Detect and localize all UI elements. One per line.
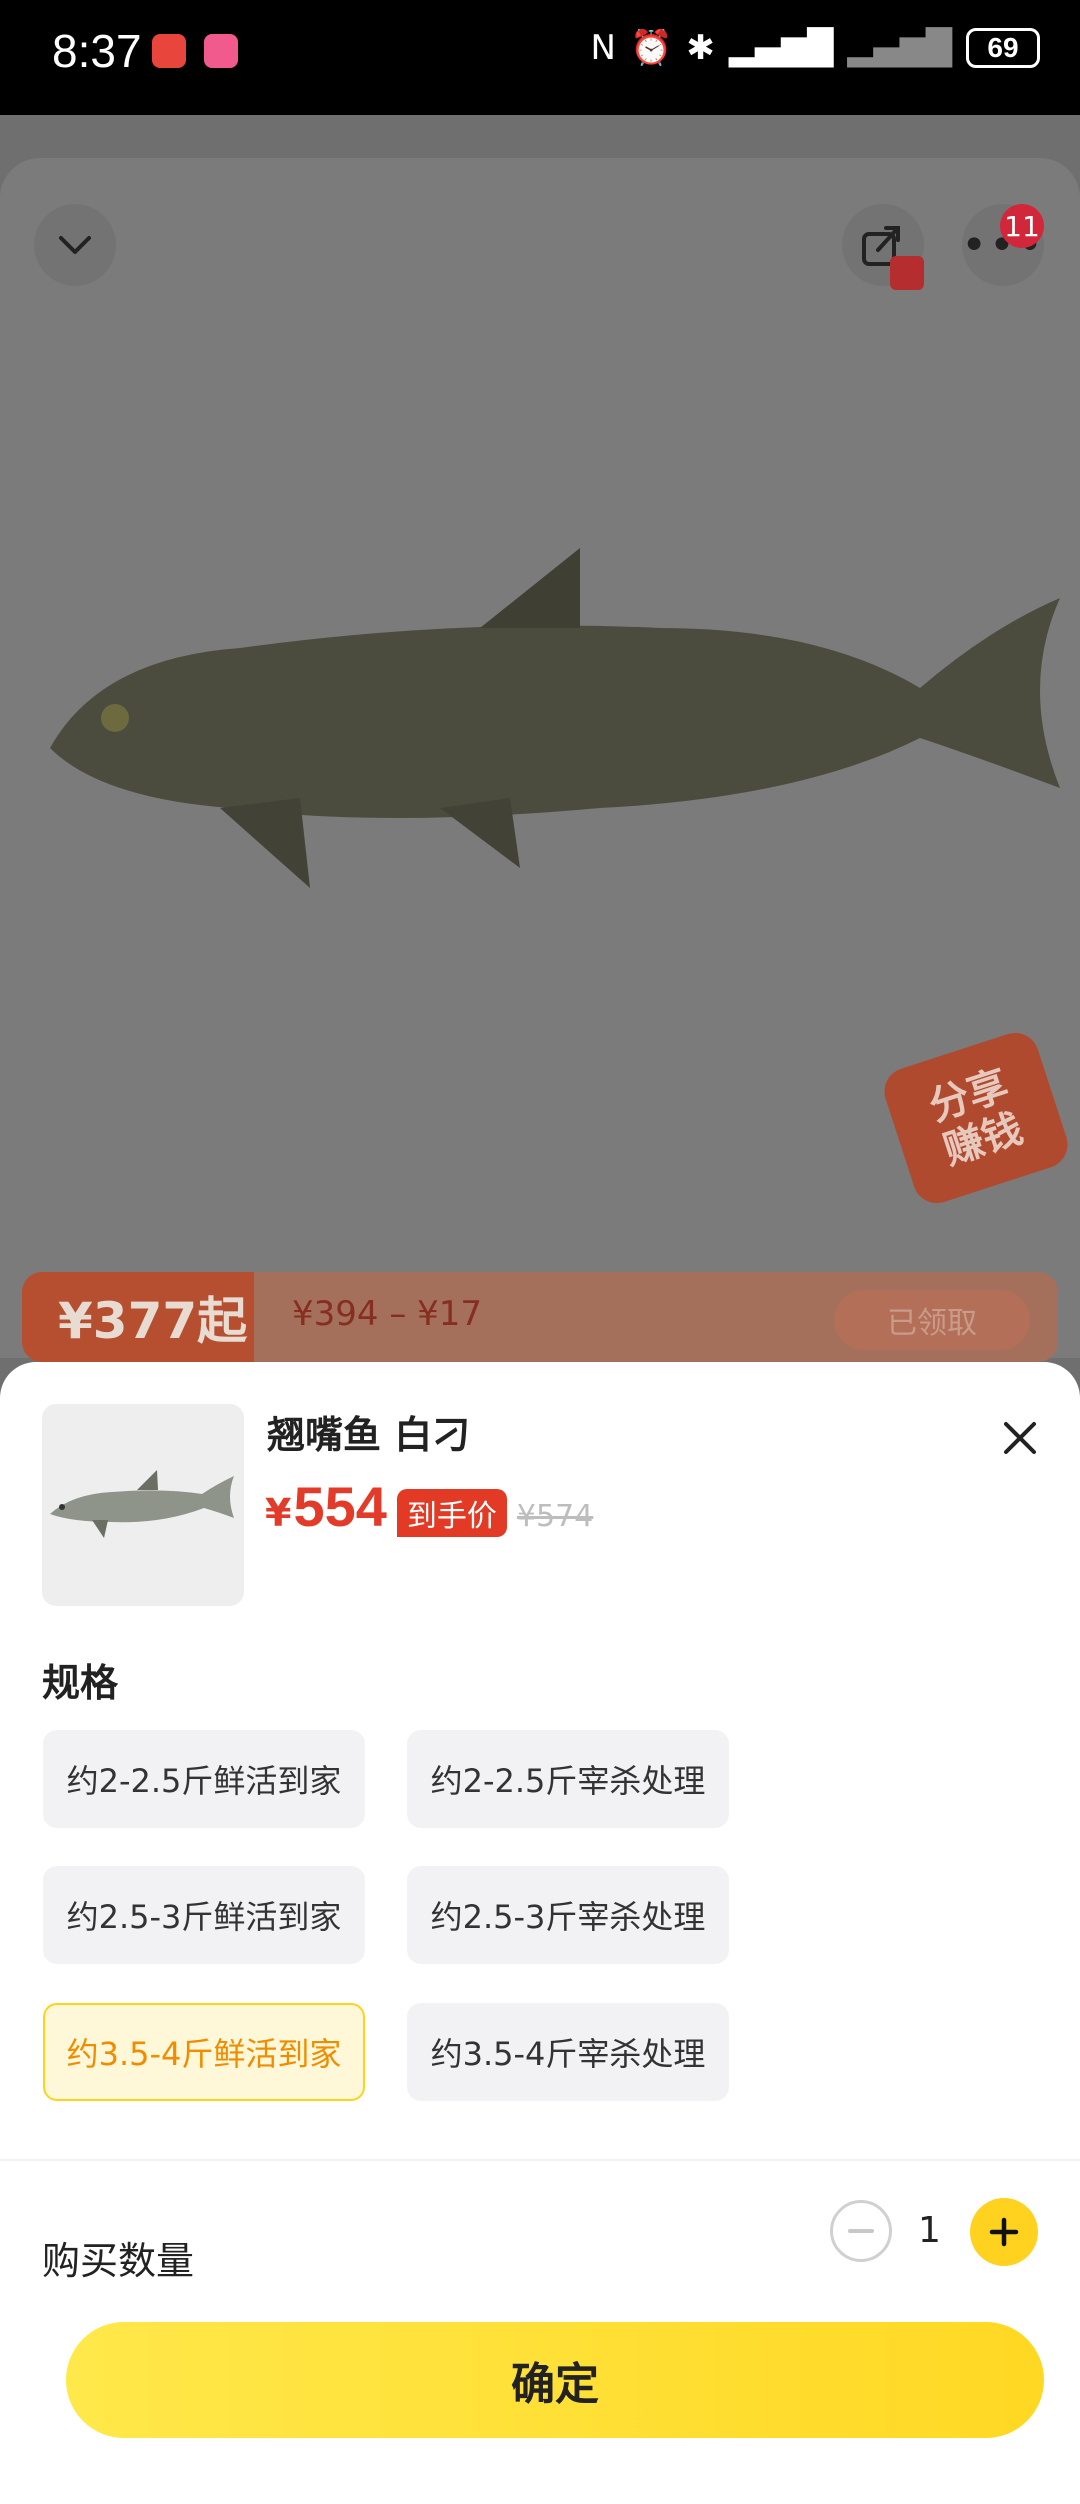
minus-icon [848, 2229, 874, 2233]
spec-option[interactable]: 约3.5-4斤宰杀处理 [407, 2003, 729, 2101]
product-image [50, 548, 1060, 888]
spec-option-selected[interactable]: 约3.5-4斤鲜活到家 [43, 2003, 365, 2101]
alarm-icon: ⏰ [629, 28, 673, 68]
promo-price: ¥377起 [22, 1272, 254, 1362]
share-button[interactable] [842, 204, 924, 290]
close-button[interactable] [994, 1412, 1046, 1464]
divider [0, 2159, 1080, 2161]
status-time: 8:37 [52, 25, 142, 77]
app-notification-icon [152, 34, 186, 68]
product-detail-panel: ••• 11 分享 赚钱 [0, 158, 1080, 1358]
spec-option[interactable]: 约2.5-3斤鲜活到家 [43, 1866, 365, 1964]
notification-badge: 11 [1000, 204, 1044, 248]
red-packet-icon [890, 256, 924, 290]
price-row: ¥ 554 到手价 ¥574 [265, 1474, 593, 1539]
plus-icon [989, 2217, 1019, 2247]
product-name: 翘嘴鱼 白刁 [267, 1413, 471, 1457]
close-icon [1004, 1422, 1036, 1454]
confirm-button[interactable]: 确定 [66, 2322, 1044, 2438]
share-earn-button[interactable]: 分享 赚钱 [878, 1026, 1074, 1210]
chevron-down-icon [59, 236, 91, 254]
quantity-decrease-button[interactable] [830, 2200, 892, 2262]
promo-range: ¥394 – ¥17 [292, 1294, 483, 1334]
current-price: 554 [293, 1475, 387, 1538]
fish-thumbnail-image [50, 1470, 234, 1538]
original-price: ¥574 [516, 1499, 594, 1534]
nfc-icon: N [590, 28, 616, 68]
battery-icon: 69 [966, 28, 1040, 68]
signal-icon: ▂▄▆█ [728, 28, 834, 68]
spec-option[interactable]: 约2.5-3斤宰杀处理 [407, 1866, 729, 1964]
claimed-button[interactable]: 已领取 [834, 1290, 1030, 1350]
app-notification-icon [204, 34, 238, 68]
spec-option[interactable]: 约2-2.5斤宰杀处理 [407, 1730, 729, 1828]
deal-price-tag: 到手价 [396, 1489, 507, 1537]
spec-title: 规格 [42, 1661, 119, 1705]
promo-bar: ¥377起 ¥394 – ¥17 已领取 [22, 1272, 1058, 1362]
spec-selection-sheet: 翘嘴鱼 白刁 ¥ 554 到手价 ¥574 规格 约2-2.5斤鲜活到家 约2-… [0, 1362, 1080, 2504]
status-bar: 8:37 N ⏰ ✱ ▂▄▆█ ▂▄▆█ 69 [0, 0, 1080, 115]
quantity-label: 购买数量 [42, 2239, 195, 2283]
collapse-button[interactable] [34, 204, 116, 286]
product-thumbnail [42, 1404, 244, 1606]
spec-option[interactable]: 约2-2.5斤鲜活到家 [43, 1730, 365, 1828]
signal-icon: ▂▄▆█ [847, 28, 952, 68]
bluetooth-icon: ✱ [686, 28, 715, 68]
quantity-value: 1 [918, 2210, 941, 2251]
price-currency: ¥ [265, 1491, 292, 1535]
quantity-increase-button[interactable] [970, 2198, 1038, 2266]
